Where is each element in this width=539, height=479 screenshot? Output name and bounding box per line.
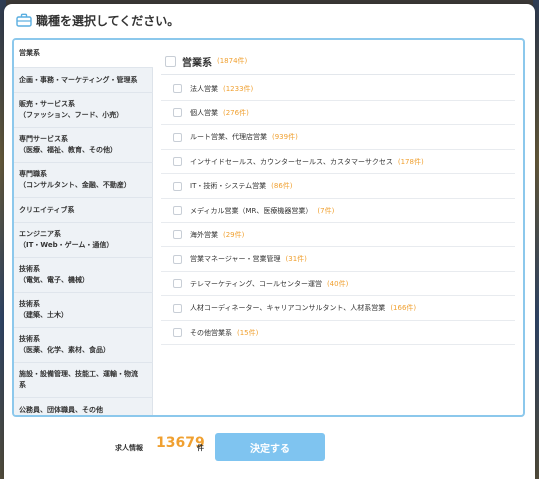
job-count: (276件) bbox=[223, 108, 249, 117]
sidebar-item-label: （IT・Web・ゲーム・通信） bbox=[19, 241, 114, 249]
job-label: その他営業系 bbox=[190, 328, 232, 337]
sidebar-item[interactable]: エンジニア系 （IT・Web・ゲーム・通信） bbox=[14, 223, 153, 258]
job-checkbox[interactable] bbox=[173, 108, 182, 118]
job-count: (939件) bbox=[272, 133, 298, 142]
job-label: 個人営業 bbox=[190, 108, 218, 117]
job-count: (29件) bbox=[223, 230, 245, 239]
sidebar-item-label: 専門サービス系 bbox=[19, 135, 68, 143]
category-count: (1874件) bbox=[217, 57, 248, 65]
job-label: ルート営業、代理店営業 bbox=[190, 133, 267, 142]
job-type-modal: 職種を選択してください。 営業系 企画・事務・マーケティング・管理系 販売・サービス… bbox=[4, 4, 535, 479]
job-row[interactable]: その他営業系 (15件) bbox=[161, 321, 515, 345]
sidebar-item[interactable]: 販売・サービス系 （ファッション、フード、小売） bbox=[14, 93, 153, 128]
job-label: 法人営業 bbox=[190, 84, 218, 93]
sidebar-item-label: 公務員、団体職員、その他 bbox=[19, 405, 103, 414]
sidebar-item[interactable]: 専門サービス系 （医療、福祉、教育、その他） bbox=[14, 128, 153, 163]
sidebar-item[interactable]: 企画・事務・マーケティング・管理系 bbox=[14, 68, 153, 93]
category-header[interactable]: 営業系 (1874件) bbox=[165, 51, 247, 71]
job-row[interactable]: 人材コーディネーター、キャリアコンサルタント、人材系営業 (166件) bbox=[161, 297, 515, 321]
job-checkbox[interactable] bbox=[173, 230, 182, 240]
sidebar-item-label: （ファッション、フード、小売） bbox=[19, 111, 124, 119]
job-label: 営業マネージャー・営業管理 bbox=[190, 255, 281, 264]
category-title: 営業系 bbox=[182, 57, 212, 69]
sidebar-item-label: （医薬、化学、素材、食品） bbox=[19, 346, 110, 354]
job-row[interactable]: IT・技術・システム営業 (86件) bbox=[161, 175, 515, 199]
modal-title: 職種を選択してください。 bbox=[36, 14, 180, 28]
job-checkbox[interactable] bbox=[173, 279, 182, 289]
selection-panel: 営業系企画・事務・マーケティング・管理系 販売・サービス系 （ファッション、フード、… bbox=[12, 38, 525, 417]
job-row[interactable]: メディカル営業（MR、医療機器営業） (7件) bbox=[161, 199, 515, 223]
sidebar-item[interactable]: 専門職系 （コンサルタント、金融、不動産） bbox=[14, 163, 153, 198]
category-sidebar: 営業系企画・事務・マーケティング・管理系 販売・サービス系 （ファッション、フード、… bbox=[14, 40, 153, 415]
job-row[interactable]: 海外営業 (29件) bbox=[161, 223, 515, 248]
jobs-label: 求人情報 bbox=[115, 444, 143, 452]
job-row[interactable]: ルート営業、代理店営業 (939件) bbox=[161, 126, 515, 150]
job-label: インサイドセールス、カウンターセールス、カスタマーサクセス bbox=[190, 157, 393, 166]
modal-header: 職種を選択してください。 bbox=[4, 4, 535, 38]
sidebar-item[interactable]: 技術系 （建築、土木） bbox=[14, 293, 153, 328]
job-count: (15件) bbox=[237, 328, 259, 337]
sidebar-item-label: 施設・設備管理、技能工、運輸・物流 bbox=[19, 370, 138, 378]
job-row[interactable]: 営業マネージャー・営業管理 (31件) bbox=[161, 248, 515, 272]
job-count: (178件) bbox=[397, 157, 424, 166]
job-checkbox[interactable] bbox=[173, 84, 182, 93]
sidebar-item-label: 技術系 bbox=[19, 265, 40, 273]
job-list-area: 営業系 (1874件) 法人営業 (1233件) 個人営業 (276件) ルート営業、代… bbox=[153, 40, 523, 415]
job-checkbox[interactable] bbox=[173, 181, 182, 191]
sidebar-item[interactable]: 公務員、団体職員、その他 bbox=[14, 398, 153, 415]
job-checkbox[interactable] bbox=[173, 328, 182, 337]
job-row[interactable]: テレマーケティング、コールセンター運営 (40件) bbox=[161, 272, 515, 297]
sidebar-item-label: （建築、土木） bbox=[19, 311, 68, 319]
briefcase-icon bbox=[16, 13, 32, 27]
job-count: (40件) bbox=[326, 279, 349, 288]
job-checkbox[interactable] bbox=[173, 132, 182, 142]
sidebar-item-label: 営業系 bbox=[19, 49, 40, 57]
job-count: (31件) bbox=[285, 255, 307, 264]
decide-button[interactable]: 決定する bbox=[215, 433, 325, 461]
sidebar-item-label: （電気、電子、機械） bbox=[19, 276, 89, 284]
job-checkbox[interactable] bbox=[173, 303, 182, 313]
job-count: (1233件) bbox=[223, 84, 254, 93]
category-checkbox[interactable] bbox=[165, 55, 176, 67]
sidebar-item-label: 販売・サービス系 bbox=[19, 100, 75, 108]
job-label: 海外営業 bbox=[190, 230, 218, 239]
sidebar-item-label: （医療、福祉、教育、その他） bbox=[19, 146, 117, 154]
sidebar-item[interactable]: 技術系 （電気、電子、機械） bbox=[14, 258, 153, 293]
sidebar-item-label: 技術系 bbox=[19, 335, 40, 343]
sidebar-item[interactable]: 施設・設備管理、技能工、運輸・物流系 bbox=[14, 363, 153, 398]
sidebar-item-label: 系 bbox=[19, 381, 26, 389]
modal-footer: 求人情報 13679 件 決定する bbox=[4, 423, 535, 475]
sidebar-item-label: エンジニア系 bbox=[19, 230, 61, 238]
job-count: (86件) bbox=[271, 182, 293, 191]
jobs-unit: 件 bbox=[197, 444, 204, 452]
job-count: (7件) bbox=[317, 206, 335, 215]
sidebar-item[interactable]: クリエイティブ系 bbox=[14, 198, 153, 223]
job-label: テレマーケティング、コールセンター運営 bbox=[190, 279, 322, 288]
sidebar-item-label: クリエイティブ系 bbox=[19, 205, 75, 214]
divider bbox=[161, 74, 515, 75]
job-checkbox[interactable] bbox=[173, 206, 182, 215]
job-checkbox[interactable] bbox=[173, 157, 182, 167]
sidebar-item-label: （コンサルタント、金融、不動産） bbox=[19, 181, 131, 189]
sidebar-item-label: 専門職系 bbox=[19, 170, 47, 178]
sidebar-item[interactable]: 技術系 （医薬、化学、素材、食品） bbox=[14, 328, 153, 363]
job-count: (166件) bbox=[390, 304, 417, 313]
job-checkbox[interactable] bbox=[173, 254, 182, 264]
sidebar-item-label: 企画・事務・マーケティング・管理系 bbox=[19, 75, 138, 84]
sidebar-item[interactable]: 営業系 bbox=[14, 40, 153, 68]
job-label: メディカル営業（MR、医療機器営業） bbox=[190, 206, 313, 215]
job-row[interactable]: インサイドセールス、カウンターセールス、カスタマーサクセス (178件) bbox=[161, 150, 515, 175]
job-row[interactable]: 個人営業 (276件) bbox=[161, 101, 515, 126]
job-label: IT・技術・システム営業 bbox=[190, 182, 267, 191]
sidebar-item-label: 技術系 bbox=[19, 300, 40, 308]
job-row[interactable]: 法人営業 (1233件) bbox=[161, 77, 515, 101]
job-label: 人材コーディネーター、キャリアコンサルタント、人材系営業 bbox=[190, 304, 386, 313]
